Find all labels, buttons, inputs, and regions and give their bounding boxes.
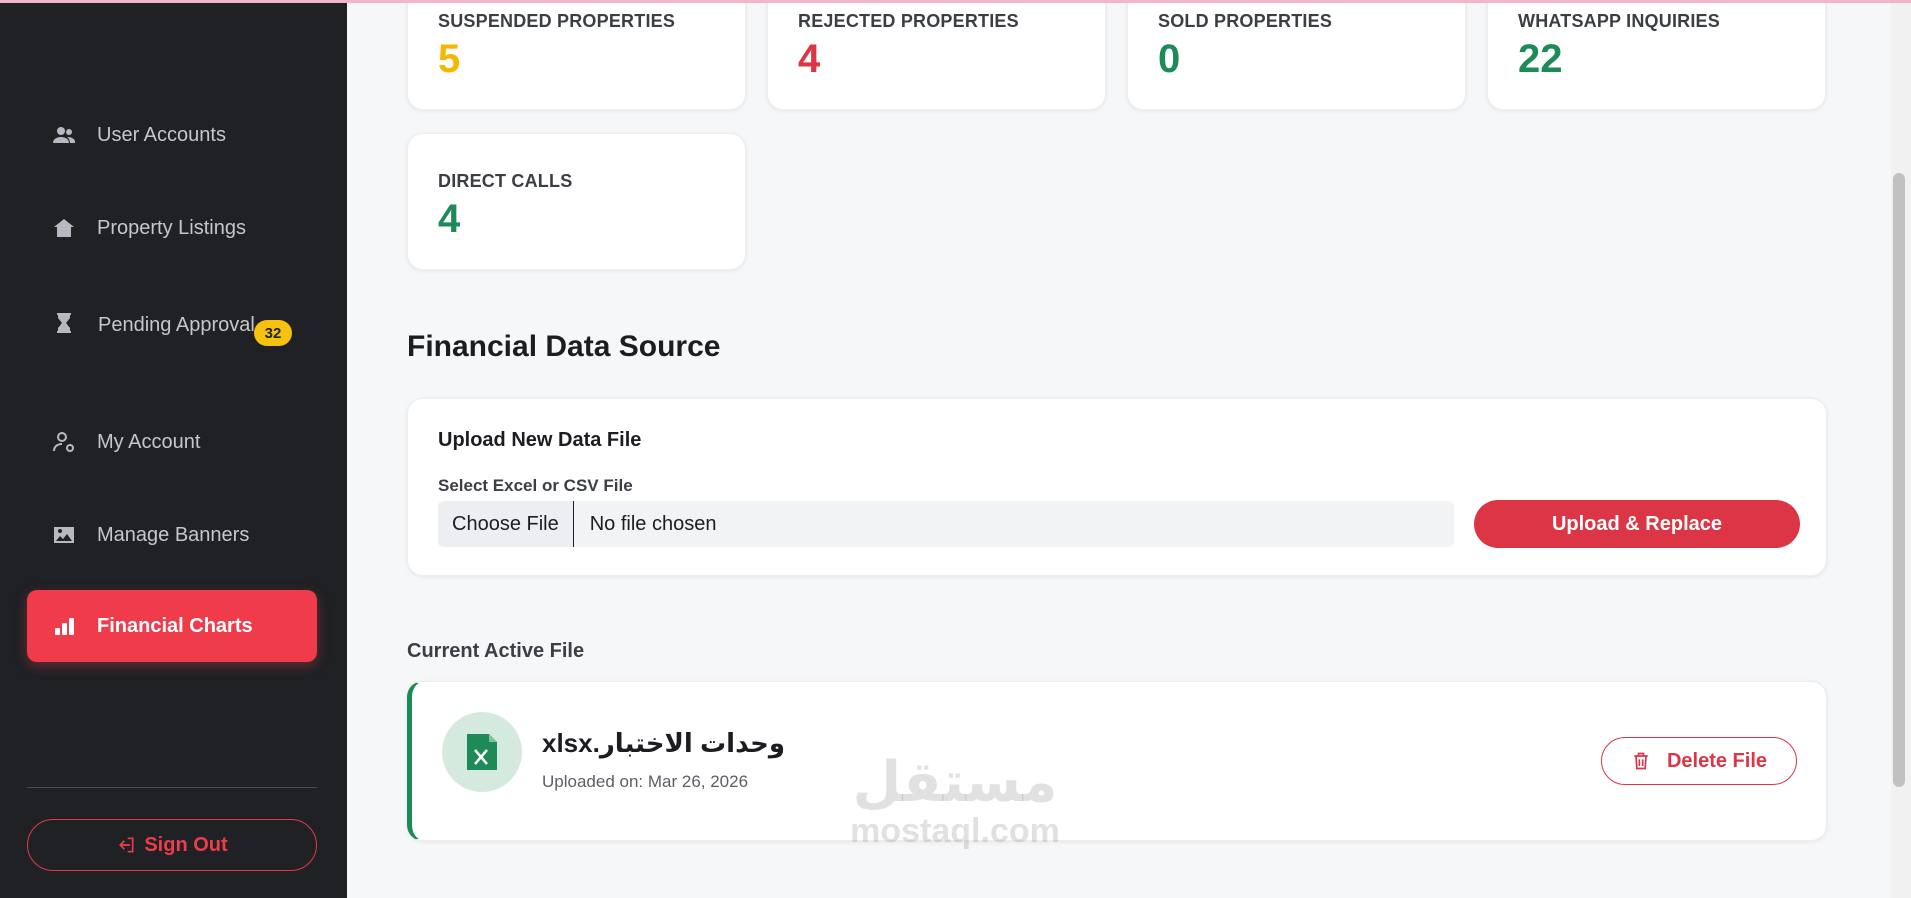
sidebar-item-label: Property Listings bbox=[97, 216, 246, 239]
sidebar-item-my-account[interactable]: My Account bbox=[27, 406, 317, 478]
sidebar-item-label: User Accounts bbox=[97, 123, 226, 146]
mostaql-watermark: مستقل mostaql.com bbox=[835, 750, 1075, 851]
upload-replace-button[interactable]: Upload & Replace bbox=[1474, 500, 1800, 548]
page-title: Financial Data Source bbox=[407, 330, 721, 363]
trash-icon bbox=[1634, 752, 1648, 770]
file-status-text: No file chosen bbox=[589, 512, 717, 535]
sign-out-icon bbox=[119, 837, 134, 853]
watermark-arabic: مستقل bbox=[852, 750, 1058, 813]
image-icon bbox=[51, 522, 77, 548]
user-gear-icon bbox=[51, 429, 77, 455]
stat-value: 5 bbox=[438, 37, 461, 81]
delete-file-button[interactable]: Delete File bbox=[1601, 737, 1797, 785]
current-file-heading: Current Active File bbox=[407, 640, 585, 662]
sidebar-item-label: My Account bbox=[97, 430, 201, 453]
users-icon bbox=[51, 122, 77, 148]
sign-out-button[interactable]: Sign Out bbox=[27, 819, 317, 871]
stat-label: SUSPENDED PROPERTIES bbox=[438, 11, 676, 31]
file-upload-date: Uploaded on: Mar 26, 2026 bbox=[542, 772, 749, 791]
stat-value: 22 bbox=[1518, 37, 1563, 81]
active-file-card: وحدات الاختبار.xlsx Uploaded on: Mar 26,… bbox=[407, 681, 1827, 841]
bar-chart-icon bbox=[51, 613, 77, 639]
sidebar-item-manage-banners[interactable]: Manage Banners bbox=[27, 499, 317, 571]
stat-label: WHATSAPP INQUIRIES bbox=[1518, 11, 1720, 31]
file-field-label: Select Excel or CSV File bbox=[438, 476, 633, 495]
scrollbar-thumb[interactable] bbox=[1893, 173, 1905, 787]
sidebar-item-label: Manage Banners bbox=[97, 523, 250, 546]
sidebar-item-user-accounts[interactable]: User Accounts bbox=[27, 99, 317, 171]
sidebar-item-property-listings[interactable]: Property Listings bbox=[27, 192, 317, 264]
pending-count-badge: 32 bbox=[254, 320, 292, 346]
file-input[interactable]: Choose File No file chosen bbox=[438, 501, 1454, 547]
top-accent-line bbox=[0, 0, 1911, 3]
stat-card-suspended: SUSPENDED PROPERTIES 5 bbox=[407, 0, 746, 110]
choose-file-button[interactable]: Choose File bbox=[438, 501, 574, 547]
stat-value: 4 bbox=[438, 197, 461, 241]
stat-label: REJECTED PROPERTIES bbox=[798, 11, 1019, 31]
sidebar-item-label: Financial Charts bbox=[97, 614, 253, 637]
stat-card-sold: SOLD PROPERTIES 0 bbox=[1127, 0, 1466, 110]
excel-file-icon bbox=[442, 712, 522, 792]
stat-value: 0 bbox=[1158, 37, 1181, 81]
house-icon bbox=[51, 215, 77, 241]
sidebar-divider bbox=[27, 787, 317, 788]
upload-card-title: Upload New Data File bbox=[438, 429, 642, 451]
stat-card-direct-calls: DIRECT CALLS 4 bbox=[407, 133, 746, 270]
sign-out-label: Sign Out bbox=[144, 833, 228, 856]
delete-file-label: Delete File bbox=[1666, 749, 1768, 772]
file-name: وحدات الاختبار.xlsx bbox=[542, 728, 785, 758]
sidebar: User Accounts Property Listings Pending … bbox=[0, 0, 347, 898]
upload-card: Upload New Data File Select Excel or CSV… bbox=[407, 398, 1827, 576]
watermark-latin: mostaql.com bbox=[850, 812, 1060, 850]
hourglass-icon bbox=[52, 311, 78, 337]
sidebar-item-label: Pending Approval bbox=[98, 314, 255, 336]
stat-card-rejected: REJECTED PROPERTIES 4 bbox=[767, 0, 1106, 110]
stat-card-whatsapp: WHATSAPP INQUIRIES 22 bbox=[1487, 0, 1826, 110]
stat-label: DIRECT CALLS bbox=[438, 171, 573, 191]
stat-value: 4 bbox=[798, 37, 821, 81]
stat-label: SOLD PROPERTIES bbox=[1158, 11, 1333, 31]
sidebar-item-financial-charts[interactable]: Financial Charts bbox=[27, 590, 317, 662]
